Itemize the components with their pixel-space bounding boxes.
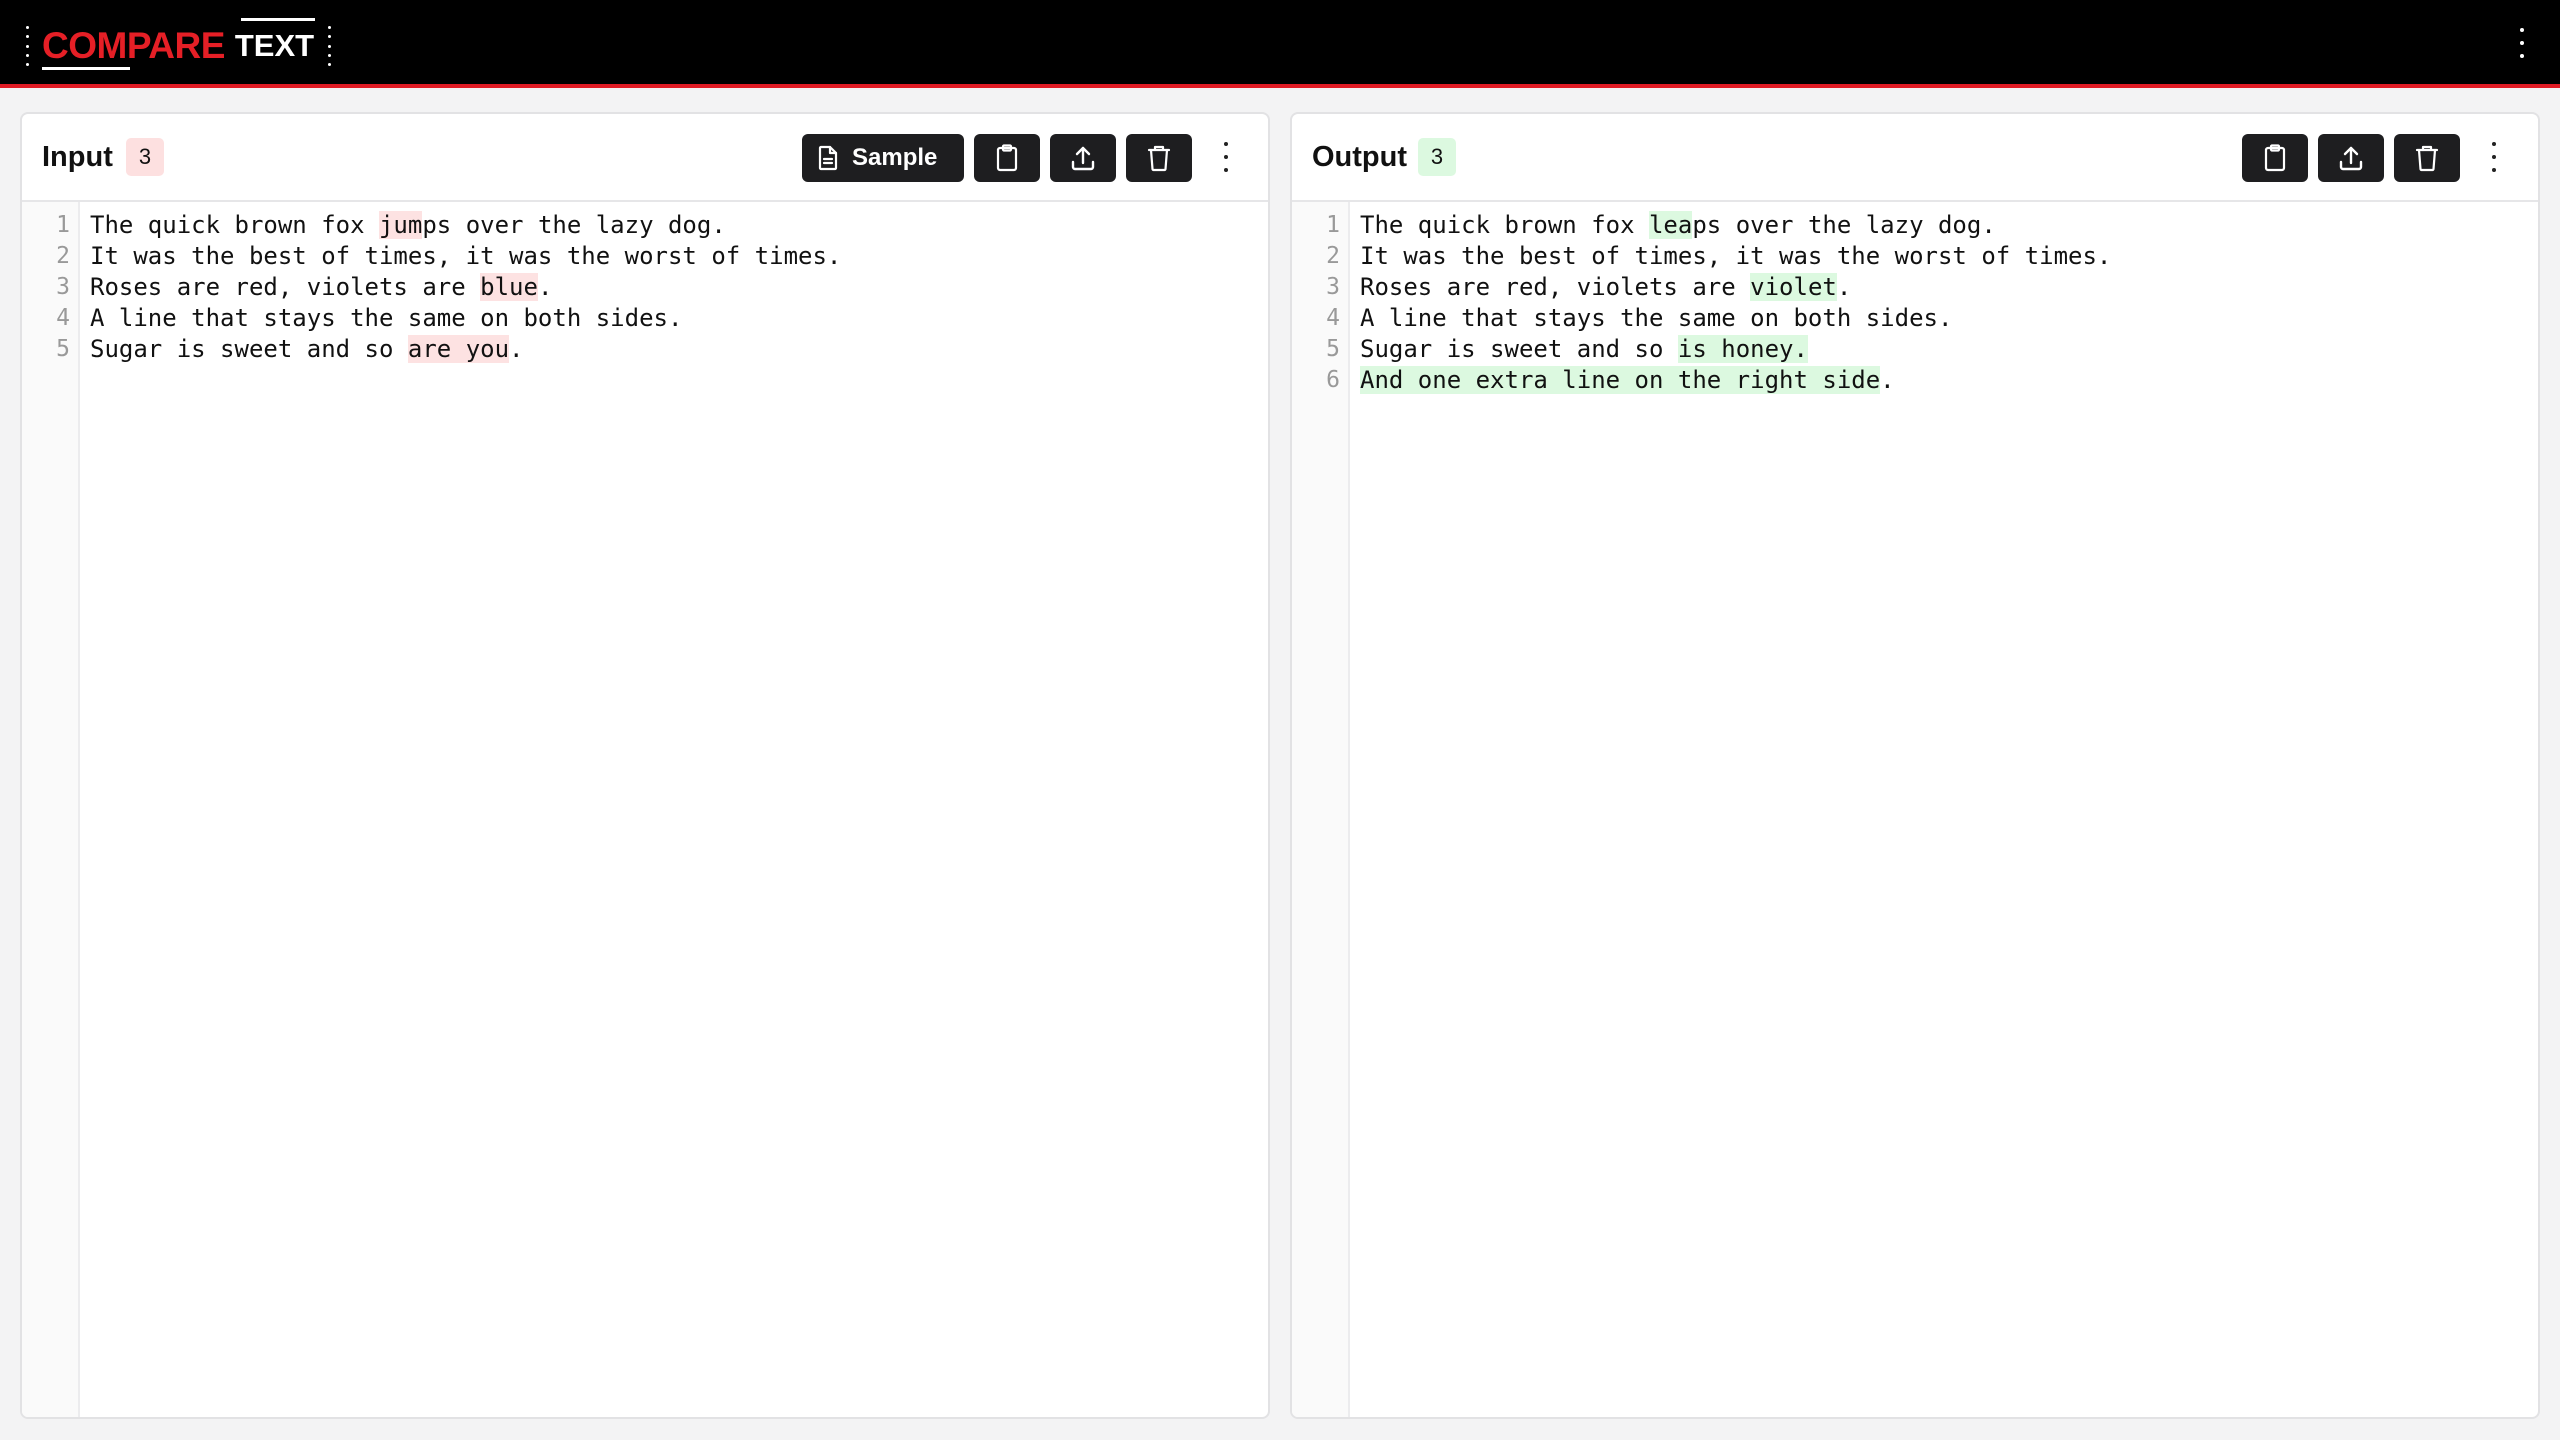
line-number: 1 [56, 212, 70, 238]
input-editor[interactable]: 1 2 3 4 5 The quick brown fox jumps over the… [22, 202, 1268, 1417]
line-number: 2 [1326, 243, 1340, 269]
document-icon [818, 145, 838, 171]
upload-icon [1071, 146, 1095, 171]
output-change-count-badge: 3 [1418, 138, 1456, 176]
unchanged-text: . [537, 273, 553, 301]
line-number: 4 [56, 305, 70, 331]
line-number: 3 [1326, 274, 1340, 300]
unchanged-text: Sugar is sweet and so [90, 335, 408, 363]
line-number: 6 [1326, 367, 1340, 393]
unchanged-text: . [1836, 273, 1852, 301]
logo-word-compare: COMPARE [42, 18, 225, 74]
input-more-vertical-icon[interactable] [1216, 142, 1236, 172]
code-line[interactable]: The quick brown fox leaps over the lazy … [1360, 210, 2538, 241]
logo-word-text: TEXT [235, 18, 316, 74]
code-line[interactable]: The quick brown fox jumps over the lazy … [90, 210, 1268, 241]
line-number: 1 [1326, 212, 1340, 238]
output-clear-button[interactable] [2394, 134, 2460, 182]
line-number: 2 [56, 243, 70, 269]
deleted-text: jum [378, 211, 423, 239]
output-panel-header: Output 3 [1292, 114, 2538, 202]
unchanged-text: The quick brown fox [90, 211, 379, 239]
deleted-text: are you [407, 335, 510, 363]
logo-words: COMPARE TEXT [42, 18, 316, 74]
output-panel-title: Output [1312, 141, 1408, 173]
line-number: 3 [56, 274, 70, 300]
code-line[interactable]: A line that stays the same on both sides… [90, 303, 1268, 334]
unchanged-text: The quick brown fox [1360, 211, 1649, 239]
code-line[interactable]: It was the best of times, it was the wor… [1360, 241, 2538, 272]
app-logo[interactable]: COMPARE TEXT [24, 18, 332, 74]
inserted-text: is honey. [1677, 335, 1808, 363]
unchanged-text: A line that stays the same on both sides… [90, 304, 683, 332]
unchanged-text: It was the best of times, it was the wor… [90, 242, 842, 270]
input-text-area[interactable]: The quick brown fox jumps over the lazy … [90, 202, 1268, 365]
trash-icon [1147, 145, 1171, 172]
sample-button-label: Sample [852, 144, 938, 171]
inserted-text: violet [1750, 273, 1837, 301]
unchanged-text: ps over the lazy dog. [422, 211, 726, 239]
logo-dots-left [24, 26, 30, 66]
unchanged-text: . [509, 335, 524, 363]
output-line-numbers: 1 2 3 4 5 6 [1292, 202, 1350, 1417]
input-panel: Input 3 Sample 1 2 3 4 5 The quick brown… [20, 112, 1270, 1419]
unchanged-text: Sugar is sweet and so [1360, 335, 1678, 363]
clipboard-icon [996, 144, 1018, 172]
output-text-area[interactable]: The quick brown fox leaps over the lazy … [1360, 202, 2538, 396]
code-line[interactable]: Sugar is sweet and so is honey. [1360, 334, 2538, 365]
code-line[interactable]: And one extra line on the right side. [1360, 365, 2538, 396]
code-line[interactable]: A line that stays the same on both sides… [1360, 303, 2538, 334]
logo-dots-right [326, 26, 332, 66]
code-line[interactable]: Roses are red, violets are blue. [90, 272, 1268, 303]
output-upload-button[interactable] [2318, 134, 2384, 182]
unchanged-text: ps over the lazy dog. [1692, 211, 1996, 239]
line-number: 5 [56, 336, 70, 362]
deleted-text: blue [480, 273, 538, 301]
code-line[interactable]: Roses are red, violets are violet. [1360, 272, 2538, 303]
unchanged-text: A line that stays the same on both sides… [1360, 304, 1953, 332]
input-line-numbers: 1 2 3 4 5 [22, 202, 80, 1417]
input-panel-title: Input [42, 141, 113, 173]
upload-icon [2339, 146, 2363, 171]
unchanged-text: Roses are red, violets are [1360, 273, 1751, 301]
clipboard-icon [2264, 144, 2286, 172]
line-number: 5 [1326, 336, 1340, 362]
trash-icon [2415, 145, 2439, 172]
unchanged-text: Roses are red, violets are [90, 273, 481, 301]
output-more-vertical-icon[interactable] [2484, 142, 2504, 172]
unchanged-text: . [1880, 366, 1895, 394]
app-header: COMPARE TEXT [0, 0, 2560, 88]
code-line[interactable]: It was the best of times, it was the wor… [90, 241, 1268, 272]
output-editor[interactable]: 1 2 3 4 5 6 The quick brown fox leaps over th… [1292, 202, 2538, 1417]
input-panel-header: Input 3 Sample [22, 114, 1268, 202]
inserted-text: lea [1648, 211, 1693, 239]
input-paste-button[interactable] [974, 134, 1040, 182]
output-panel: Output 3 1 2 3 4 5 6 The quick brown fox leap… [1290, 112, 2540, 1419]
unchanged-text: It was the best of times, it was the wor… [1360, 242, 2112, 270]
header-more-vertical-icon[interactable] [2512, 28, 2532, 58]
sample-button[interactable]: Sample [802, 134, 964, 182]
code-line[interactable]: Sugar is sweet and so are you. [90, 334, 1268, 365]
line-number: 4 [1326, 305, 1340, 331]
output-paste-button[interactable] [2242, 134, 2308, 182]
input-clear-button[interactable] [1126, 134, 1192, 182]
input-upload-button[interactable] [1050, 134, 1116, 182]
input-change-count-badge: 3 [126, 138, 164, 176]
inserted-text: And one extra line on the right side [1360, 366, 1881, 394]
